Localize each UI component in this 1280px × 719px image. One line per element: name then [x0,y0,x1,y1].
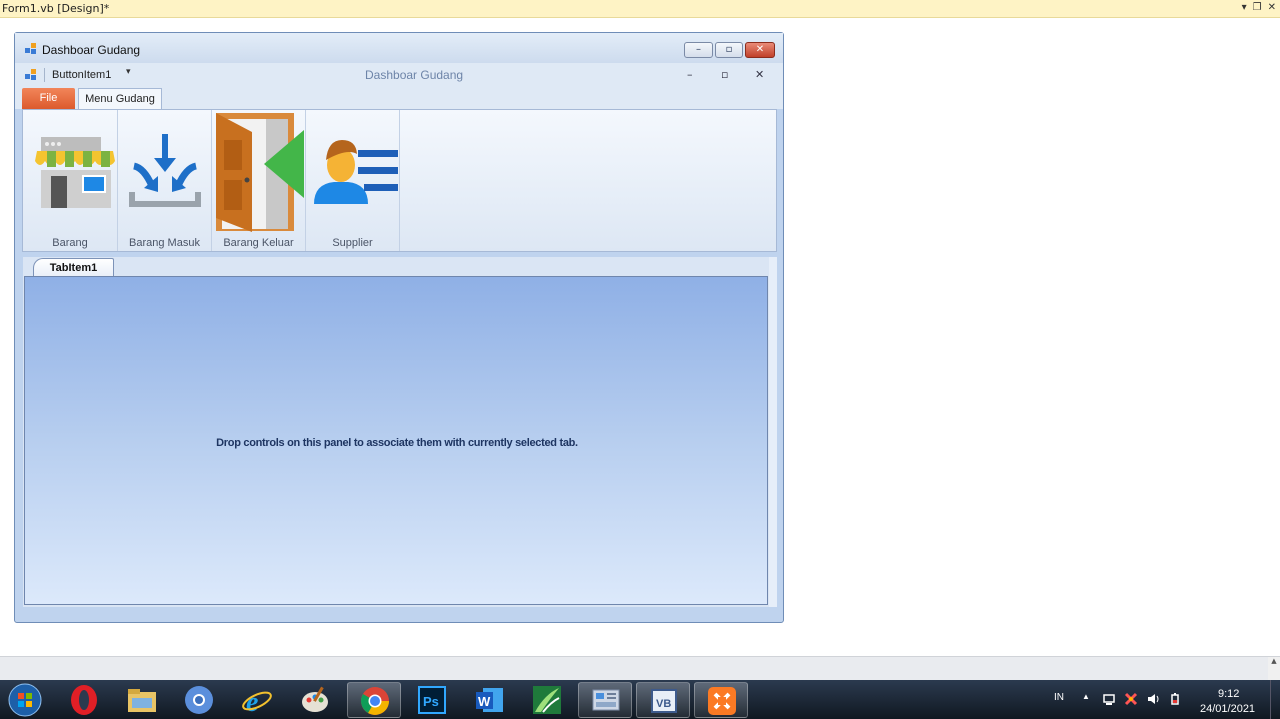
scroll-up-icon[interactable]: ▲ [1268,657,1280,681]
restore-icon[interactable]: ❐ [1253,2,1262,13]
ribbon-button-supplier[interactable]: Supplier [306,110,400,251]
panel-edge [769,257,777,607]
button-label: Barang Masuk [129,237,200,249]
svg-text:Ps: Ps [423,694,439,709]
ribbon-panel: Barang Barang Masuk Barang Keluar Suppli… [22,109,777,252]
tab-panel[interactable]: Drop controls on this panel to associate… [24,276,768,605]
mdi-close-button[interactable]: ✕ [755,68,764,81]
download-inbox-icon [129,134,201,207]
opera-icon[interactable] [57,682,111,718]
internet-explorer-icon[interactable]: e [230,682,284,718]
supplier-list-icon [314,140,398,204]
tab-item-1[interactable]: TabItem1 [33,258,114,277]
ribbon-button-barang-masuk[interactable]: Barang Masuk [118,110,212,251]
device-icon[interactable] [1102,692,1116,706]
xampp-icon[interactable] [694,682,748,718]
minimize-button[interactable]: – [684,42,713,58]
tab-control: TabItem1 Drop controls on this panel to … [23,257,777,607]
clock-date[interactable]: 24/01/2021 [1200,703,1255,715]
document-title: Form1.vb [Design]* [2,2,110,15]
file-explorer-icon[interactable] [115,682,169,718]
svg-text:e: e [246,687,258,716]
clock-time[interactable]: 9:12 [1218,688,1239,700]
mdi-restore-button[interactable]: ▫ [721,68,728,81]
dropdown-icon[interactable]: ▾ [1242,2,1247,13]
designer-bottom-strip: ▲ [0,656,1280,681]
show-hidden-icons-icon[interactable]: ▲ [1082,692,1090,701]
ribbon-tabs: File Menu Gudang [15,87,783,110]
exit-door-icon [216,113,304,232]
ribbon-button-barang-keluar[interactable]: Barang Keluar [212,110,306,251]
close-button[interactable]: ✕ [745,42,775,58]
mdi-minimize-button[interactable]: – [687,68,693,81]
paint-icon[interactable] [288,682,342,718]
designer-document-tab[interactable]: Form1.vb [Design]* ▾ ❐ ✕ [0,0,1280,18]
qat-button-item[interactable]: ButtonItem1 [52,69,111,81]
close-icon[interactable]: ✕ [1268,2,1276,13]
qat-customize-icon[interactable]: ▾ [126,67,131,77]
tab-menu-gudang[interactable]: Menu Gudang [78,88,162,110]
start-orb[interactable] [0,682,54,718]
svg-text:VB: VB [656,698,671,710]
language-indicator[interactable]: IN [1054,692,1064,703]
qat-separator [44,68,45,82]
photoshop-icon[interactable]: Ps [405,682,459,718]
power-icon[interactable] [1168,692,1182,706]
word-icon[interactable]: W [462,682,516,718]
ribbon-button-barang[interactable]: Barang [23,110,118,251]
document-tab-controls: ▾ ❐ ✕ [1242,2,1276,13]
maximize-button[interactable]: ▫ [715,42,743,58]
app-icon [25,43,37,55]
show-desktop-button[interactable] [1270,680,1280,719]
button-label: Barang [52,237,88,249]
network-warning-icon[interactable] [1124,692,1138,706]
taskbar: e Ps W VB IN ▲ 9:12 24/01/2021 [0,680,1280,719]
visual-basic-icon[interactable]: VB [636,682,690,718]
volume-icon[interactable] [1146,692,1160,706]
form-title: Dashboar Gudang [42,43,141,57]
chromium-icon[interactable] [172,682,226,718]
control-panel-icon[interactable] [578,682,632,718]
form-window: Dashboar Gudang – ▫ ✕ ButtonItem1 ▾ Dash… [14,32,784,623]
corel-icon[interactable] [520,682,574,718]
store-icon [35,137,115,208]
system-tray: IN ▲ 9:12 24/01/2021 [1040,680,1280,719]
quick-access-toolbar: ButtonItem1 ▾ Dashboar Gudang – ▫ ✕ [15,63,783,87]
chrome-icon[interactable] [347,682,401,718]
tab-file[interactable]: File [22,88,75,109]
ribbon-app-icon[interactable] [25,69,37,81]
button-label: Barang Keluar [223,237,294,249]
svg-text:W: W [478,694,491,709]
ribbon-title: Dashboar Gudang [365,68,464,82]
form-titlebar[interactable]: Dashboar Gudang – ▫ ✕ [15,33,783,63]
button-label: Supplier [332,237,373,249]
designer-hint: Drop controls on this panel to associate… [216,437,578,449]
